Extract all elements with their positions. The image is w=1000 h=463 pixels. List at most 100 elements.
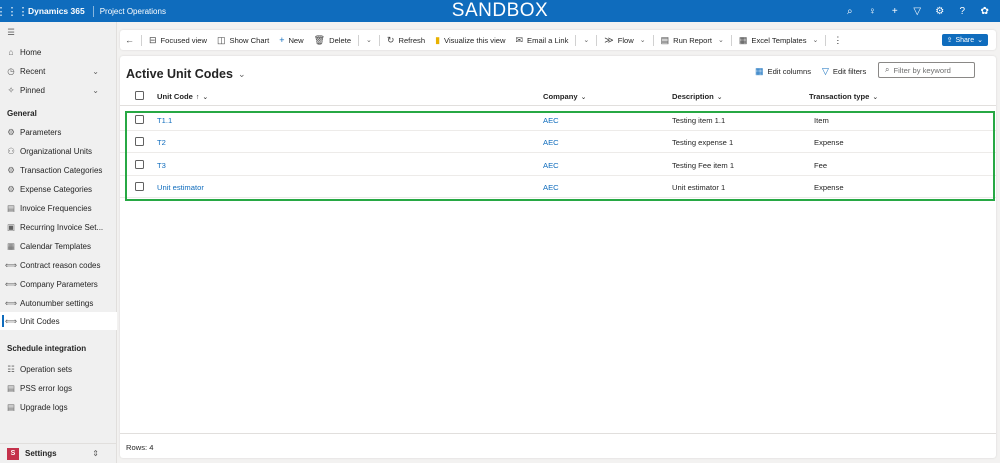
gear-icon: ⚙: [7, 164, 15, 175]
area-name[interactable]: Project Operations: [94, 7, 166, 16]
sidebar-item-pinned[interactable]: ✧ Pinned ⌄: [0, 81, 117, 99]
row-checkbox[interactable]: [135, 137, 144, 146]
company-link[interactable]: AEC: [543, 183, 559, 192]
email-link-more-button[interactable]: ⌄: [578, 30, 594, 50]
sidebar-item-expense-categories[interactable]: ⚙ Expense Categories: [0, 180, 117, 198]
flow-label: Flow: [617, 35, 634, 45]
sidebar-item-contract-reason-codes[interactable]: ⟺ Contract reason codes: [0, 256, 117, 274]
divider: [378, 34, 380, 46]
sidebar-item-invoice-frequencies[interactable]: ▤ Invoice Frequencies: [0, 199, 117, 217]
share-button[interactable]: ⇪ Share ⌄: [941, 34, 988, 46]
sidebar-item-parameters[interactable]: ⚙ Parameters: [0, 123, 117, 141]
company-link[interactable]: AEC: [543, 138, 559, 147]
view-panel: Active Unit Codes ⌄ ▦ Edit columns ▽ Edit …: [120, 56, 996, 458]
more-commands-button[interactable]: ⋮: [828, 30, 847, 50]
chevron-down-icon: ⌄: [92, 66, 99, 76]
sidebar-item-recurring-invoice-setup[interactable]: ▣ Recurring Invoice Set...: [0, 218, 117, 236]
app-name[interactable]: Dynamics 365: [24, 5, 94, 17]
sidebar-item-label: Parameters: [20, 127, 62, 137]
clock-icon: ◷: [7, 65, 15, 76]
show-chart-button[interactable]: ◫ Show Chart: [212, 30, 274, 50]
chevron-down-icon: ⌄: [716, 94, 723, 101]
divider: [575, 34, 577, 46]
transaction-type-cell: Expense: [814, 183, 844, 192]
unit-code-link[interactable]: Unit estimator: [157, 183, 204, 192]
sidebar-item-recent[interactable]: ◷ Recent ⌄: [0, 62, 117, 80]
edit-filters-button[interactable]: ▽ Edit filters: [822, 66, 866, 77]
app-launcher-icon[interactable]: ⋮⋮⋮: [0, 0, 29, 22]
refresh-label: Refresh: [398, 35, 426, 45]
flow-icon: ≫: [604, 34, 614, 45]
run-report-button[interactable]: ▤ Run Report ⌄: [656, 30, 729, 50]
sidebar-item-operation-sets[interactable]: ☷ Operation sets: [0, 360, 117, 378]
row-checkbox[interactable]: [135, 160, 144, 169]
column-header-company[interactable]: Company ⌄: [543, 92, 586, 101]
edit-columns-button[interactable]: ▦ Edit columns: [755, 66, 811, 77]
flow-button[interactable]: ≫ Flow ⌄: [599, 30, 650, 50]
edit-columns-icon: ▦: [755, 66, 764, 76]
sidebar-item-home[interactable]: ⌂ Home: [0, 43, 117, 61]
delete-button[interactable]: 🗑︎ Delete: [309, 30, 356, 50]
company-link[interactable]: AEC: [543, 116, 559, 125]
calendar-icon: ▦: [6, 240, 16, 251]
sidebar-item-label: Operation sets: [20, 364, 73, 374]
lightbulb-icon[interactable]: ♀: [861, 6, 884, 17]
filter-icon: ▽: [822, 66, 829, 76]
gear-icon[interactable]: ⚙: [929, 6, 952, 17]
sidebar-item-upgrade-logs[interactable]: ▤ Upgrade logs: [0, 398, 117, 416]
area-switcher-label: Settings: [25, 449, 57, 458]
table-row[interactable]: T2 AEC Testing expense 1 Expense: [120, 131, 996, 153]
plus-icon[interactable]: +: [884, 6, 907, 17]
share-label: Share: [955, 36, 975, 44]
refresh-button[interactable]: ↻ Refresh: [382, 30, 430, 50]
collapse-menu-button[interactable]: ☰: [0, 23, 117, 41]
show-chart-label: Show Chart: [229, 35, 270, 45]
help-icon[interactable]: ?: [951, 6, 974, 17]
edit-columns-label: Edit columns: [767, 67, 811, 76]
sidebar-item-autonumber-settings[interactable]: ⟺ Autonumber settings: [0, 294, 117, 312]
sidebar-item-label: Organizational Units: [20, 146, 93, 156]
divider: [141, 34, 142, 46]
unit-code-link[interactable]: T2: [157, 138, 166, 147]
new-button[interactable]: + New: [274, 30, 308, 50]
sidebar-item-transaction-categories[interactable]: ⚙ Transaction Categories: [0, 161, 117, 179]
filter-icon[interactable]: ▽: [906, 6, 929, 17]
sidebar-item-label: Unit Codes: [20, 316, 60, 326]
visualize-button[interactable]: ▮ Visualize this view: [430, 30, 510, 50]
more-vertical-icon: ⋮: [833, 34, 843, 45]
filter-keyword-input[interactable]: [893, 65, 964, 75]
document-icon: ▤: [6, 401, 16, 412]
column-header-description[interactable]: Description ⌄: [672, 92, 723, 101]
table-row[interactable]: T1.1 AEC Testing item 1.1 Item: [120, 109, 996, 131]
row-checkbox[interactable]: [135, 182, 144, 191]
search-icon[interactable]: ⌕: [839, 6, 862, 17]
unit-code-link[interactable]: T1.1: [157, 116, 172, 125]
email-link-button[interactable]: ✉ Email a Link: [511, 30, 574, 50]
select-all-checkbox[interactable]: [135, 91, 144, 100]
excel-templates-button[interactable]: ▦ Excel Templates ⌄: [734, 30, 824, 50]
company-link[interactable]: AEC: [543, 161, 559, 170]
sidebar-item-pss-error-logs[interactable]: ▤ PSS error logs: [0, 379, 117, 397]
table-row[interactable]: T3 AEC Testing Fee item 1 Fee: [120, 154, 996, 176]
sidebar-item-label: Calendar Templates: [20, 241, 92, 251]
area-switcher[interactable]: S Settings ⇕: [0, 443, 117, 463]
sidebar-item-label: Pinned: [20, 85, 45, 95]
sidebar-item-organizational-units[interactable]: ⚇ Organizational Units: [0, 142, 117, 160]
chevron-down-icon: ⌄: [812, 37, 819, 44]
column-header-unit-code[interactable]: Unit Code ↑ ⌄: [157, 92, 208, 101]
sidebar-item-unit-codes[interactable]: ⟺ Unit Codes: [0, 312, 117, 330]
arrow-left-icon: ←: [125, 35, 134, 45]
delete-more-button[interactable]: ⌄: [361, 30, 377, 50]
back-button[interactable]: ←: [120, 30, 139, 50]
copilot-icon[interactable]: ✿: [974, 6, 997, 17]
row-checkbox[interactable]: [135, 115, 144, 124]
unit-code-link[interactable]: T3: [157, 161, 166, 170]
sidebar-item-company-parameters[interactable]: ⟺ Company Parameters: [0, 275, 117, 293]
column-header-transaction-type[interactable]: Transaction type ⌄: [809, 92, 878, 101]
table-row[interactable]: Unit estimator AEC Unit estimator 1 Expe…: [120, 176, 996, 198]
view-selector[interactable]: Active Unit Codes ⌄: [126, 67, 246, 81]
focused-view-button[interactable]: ⊟ Focused view: [144, 30, 212, 50]
sidebar-group-schedule-integration: Schedule integration: [7, 344, 87, 353]
visualize-label: Visualize this view: [444, 35, 506, 45]
sidebar-item-calendar-templates[interactable]: ▦ Calendar Templates: [0, 237, 117, 255]
